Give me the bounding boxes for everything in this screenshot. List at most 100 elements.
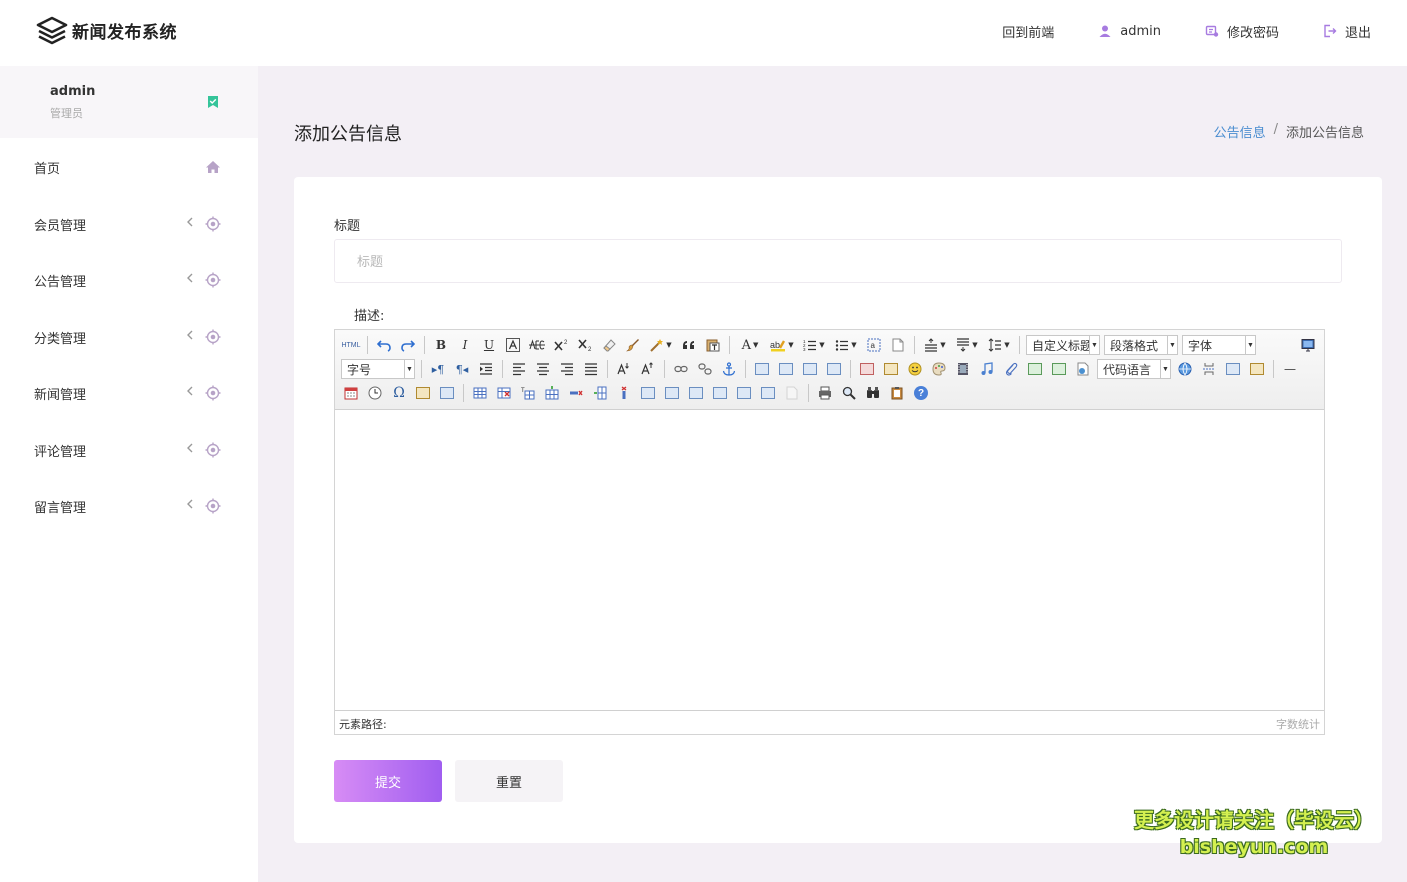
logo[interactable]: 新闻发布系统 [36, 14, 177, 46]
font-border-button[interactable] [503, 335, 523, 355]
insert-frame-button[interactable] [1073, 359, 1093, 379]
bold-button[interactable]: B [431, 335, 451, 355]
align-left-button[interactable] [509, 359, 529, 379]
sidebar-item-messages[interactable]: 留言管理 [0, 477, 258, 534]
delete-col-button[interactable] [614, 383, 634, 403]
sidebar-item-comments[interactable]: 评论管理 [0, 421, 258, 478]
word-count-label[interactable]: 字数统计 [1276, 716, 1320, 732]
submit-button[interactable]: 提交 [334, 760, 442, 802]
align-right-button[interactable] [557, 359, 577, 379]
editor-content-area[interactable] [335, 410, 1324, 710]
front-link[interactable]: 回到前端 [1002, 20, 1054, 42]
split-cells-button[interactable] [710, 383, 730, 403]
special-chars-button[interactable]: Ω [389, 383, 409, 403]
sidebar-item-members[interactable]: 会员管理 [0, 195, 258, 252]
align-center-button[interactable] [533, 359, 553, 379]
paragraph-format-select[interactable]: 段落格式 ▼ [1104, 335, 1178, 355]
align-justify-button[interactable] [581, 359, 601, 379]
strikethrough-button[interactable] [527, 335, 547, 355]
undo-button[interactable] [374, 335, 394, 355]
insert-time-button[interactable] [365, 383, 385, 403]
insert-col-button[interactable] [590, 383, 610, 403]
insert-caption-button[interactable]: T [518, 383, 538, 403]
title-input[interactable] [334, 239, 1342, 283]
sidebar-item-categories[interactable]: 分类管理 [0, 308, 258, 365]
help-button[interactable]: ? [911, 383, 931, 403]
blockquote-button[interactable] [679, 335, 699, 355]
split-cols-button[interactable] [758, 383, 778, 403]
sidebar-item-announcements[interactable]: 公告管理 [0, 251, 258, 308]
unlink-button[interactable] [695, 359, 715, 379]
drafts-button[interactable] [887, 383, 907, 403]
image-center-button[interactable] [824, 359, 844, 379]
insert-video-button[interactable] [953, 359, 973, 379]
font-color-button[interactable]: A ▼ [736, 335, 764, 355]
custom-heading-select[interactable]: 自定义标题 ▼ [1026, 335, 1100, 355]
sidebar-item-news[interactable]: 新闻管理 [0, 364, 258, 421]
auto-format-button[interactable]: ▼ [647, 335, 675, 355]
insert-music-button[interactable] [977, 359, 997, 379]
uppercase-button[interactable] [614, 359, 634, 379]
change-password-link[interactable]: 修改密码 [1205, 20, 1279, 42]
insert-date-button[interactable] [341, 383, 361, 403]
search-replace-button[interactable] [863, 383, 883, 403]
word-image-button[interactable] [437, 383, 457, 403]
scrawl-button[interactable] [929, 359, 949, 379]
insert-table-button[interactable] [470, 383, 490, 403]
font-size-select[interactable]: 字号 ▼ [341, 359, 415, 379]
clear-doc-button[interactable] [888, 335, 908, 355]
background-button[interactable] [1247, 359, 1267, 379]
ltr-button[interactable]: ▸¶ [428, 359, 448, 379]
google-map-button[interactable] [1049, 359, 1069, 379]
map-button[interactable] [1025, 359, 1045, 379]
anchor-button[interactable] [719, 359, 739, 379]
image-float-left-button[interactable] [776, 359, 796, 379]
delete-row-button[interactable] [566, 383, 586, 403]
image-float-none-button[interactable] [752, 359, 772, 379]
attachment-button[interactable] [1001, 359, 1021, 379]
format-painter-button[interactable] [623, 335, 643, 355]
ordered-list-button[interactable]: 1 2 3 ▼ [800, 335, 828, 355]
paste-text-button[interactable] [703, 335, 723, 355]
underline-button[interactable]: U [479, 335, 499, 355]
link-button[interactable] [671, 359, 691, 379]
split-rows-button[interactable] [734, 383, 754, 403]
highlight-color-button[interactable]: ab ▼ [768, 335, 796, 355]
source-html-button[interactable]: HTML [341, 335, 361, 355]
indent-button[interactable] [476, 359, 496, 379]
code-language-select[interactable]: 代码语言 ▼ [1097, 359, 1171, 379]
row-spacing-bottom-button[interactable]: ▼ [953, 335, 981, 355]
merge-cells-button[interactable] [638, 383, 658, 403]
print-button[interactable] [815, 383, 835, 403]
search-replace-edit-button[interactable] [413, 383, 433, 403]
superscript-button[interactable]: 2 [551, 335, 571, 355]
lowercase-button[interactable] [638, 359, 658, 379]
chart-button[interactable] [782, 383, 802, 403]
line-height-button[interactable]: ▼ [985, 335, 1013, 355]
eraser-button[interactable] [599, 335, 619, 355]
breadcrumb-parent-link[interactable]: 公告信息 [1214, 122, 1266, 141]
sidebar-item-home[interactable]: 首页 [0, 138, 258, 195]
image-float-right-button[interactable] [800, 359, 820, 379]
subscript-button[interactable]: 2 [575, 335, 595, 355]
multi-image-button[interactable] [881, 359, 901, 379]
font-family-select[interactable]: 字体 ▼ [1182, 335, 1256, 355]
page-break-button[interactable] [1199, 359, 1219, 379]
delete-table-button[interactable] [494, 383, 514, 403]
insert-row-button[interactable] [542, 383, 562, 403]
redo-button[interactable] [398, 335, 418, 355]
italic-button[interactable]: I [455, 335, 475, 355]
rtl-button[interactable]: ¶◂ [452, 359, 472, 379]
reset-button[interactable]: 重置 [455, 760, 563, 802]
row-spacing-top-button[interactable]: ▼ [921, 335, 949, 355]
template-button[interactable] [1223, 359, 1243, 379]
horizontal-rule-button[interactable]: — [1280, 359, 1300, 379]
preview-button[interactable] [839, 383, 859, 403]
select-all-button[interactable]: a [864, 335, 884, 355]
insert-image-button[interactable] [857, 359, 877, 379]
merge-down-button[interactable] [686, 383, 706, 403]
emotion-button[interactable] [905, 359, 925, 379]
logout-link[interactable]: 退出 [1323, 20, 1371, 42]
unordered-list-button[interactable]: ▼ [832, 335, 860, 355]
user-menu[interactable]: admin [1098, 20, 1161, 42]
